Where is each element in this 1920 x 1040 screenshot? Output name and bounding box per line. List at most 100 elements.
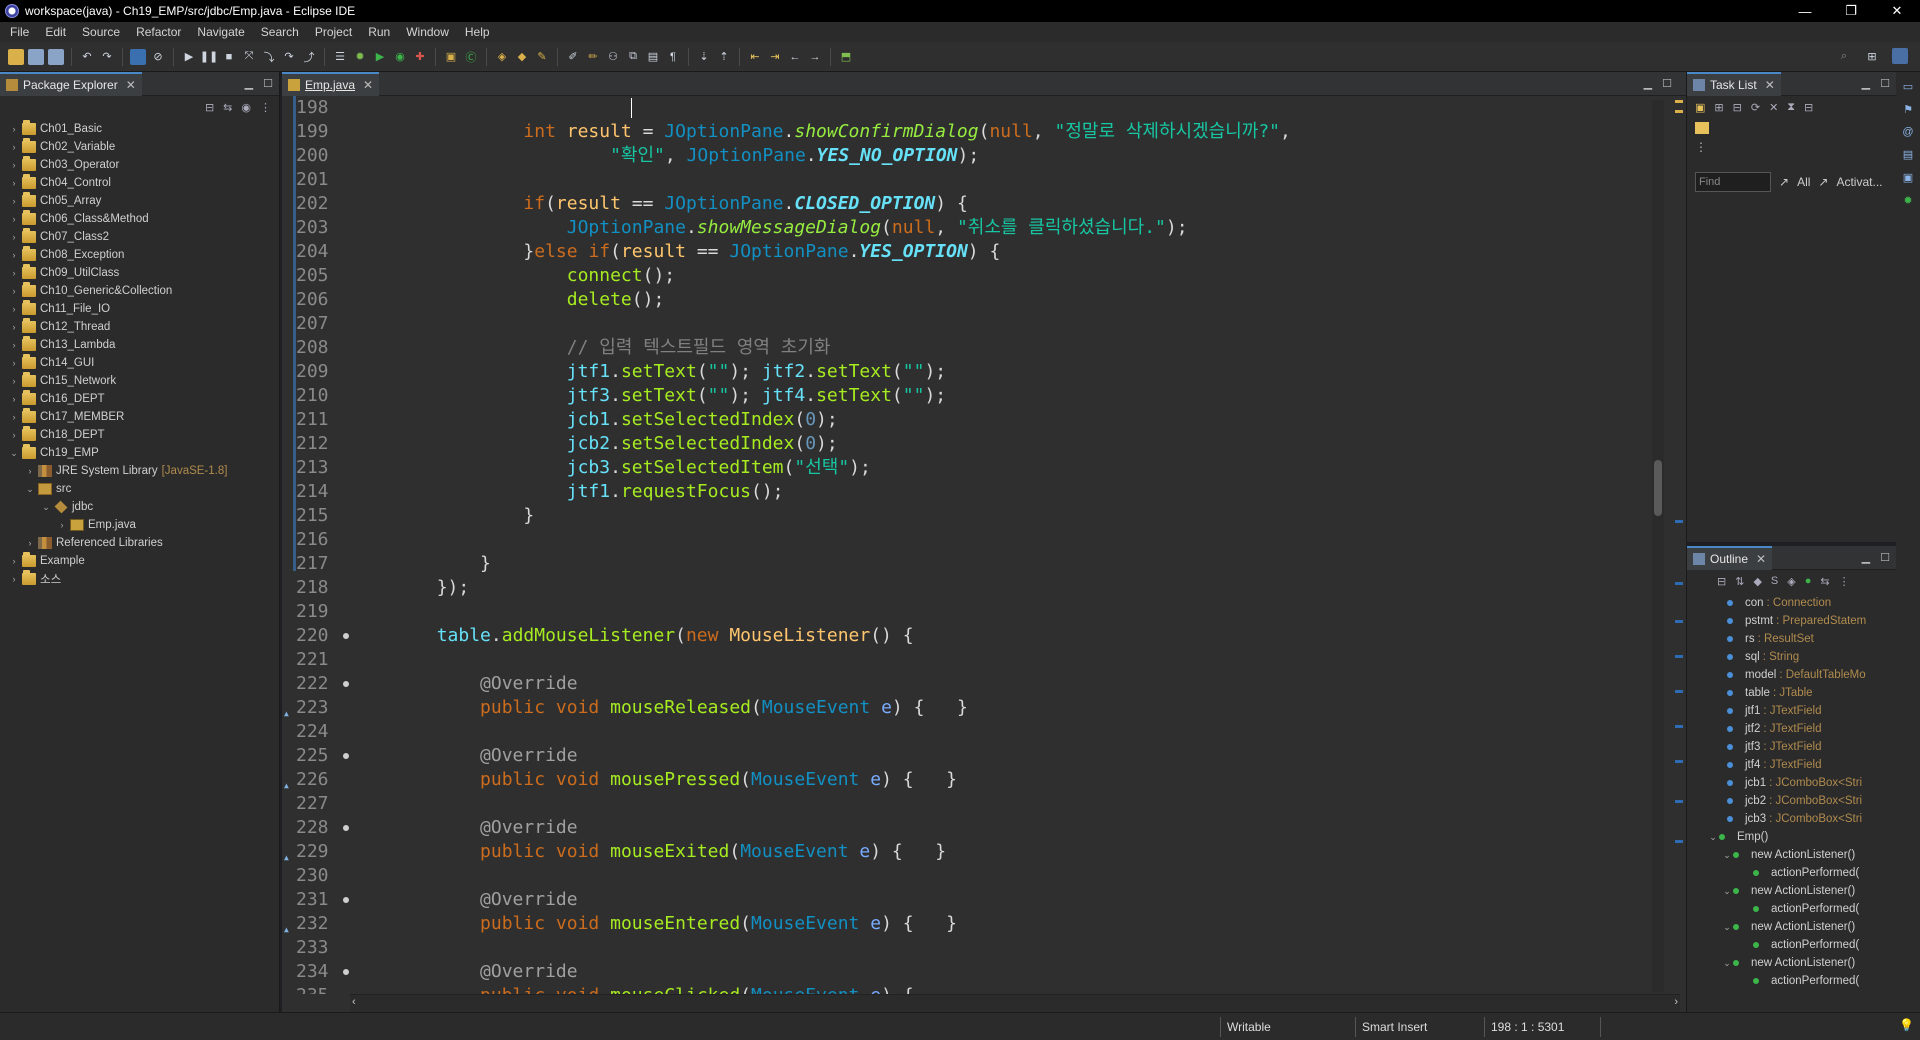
outline-item[interactable]: con: Connection xyxy=(1687,594,1896,612)
chevron-right-icon[interactable]: › xyxy=(8,556,20,566)
outline-item[interactable]: jtf4: JTextField xyxy=(1687,756,1896,774)
close-icon[interactable]: ✕ xyxy=(1756,552,1766,566)
resume-icon[interactable]: ▶ xyxy=(181,49,197,65)
new-java-project-icon[interactable]: ▣ xyxy=(443,49,459,65)
pilcrow-icon[interactable]: ¶ xyxy=(665,49,681,65)
fold-marker-icon[interactable] xyxy=(343,633,349,639)
view-menu-icon[interactable]: ⋮ xyxy=(1695,140,1888,154)
chevron-right-icon[interactable]: › xyxy=(24,466,36,476)
overview-mark[interactable] xyxy=(1675,800,1683,803)
tree-item[interactable]: › Ch17_MEMBER xyxy=(0,408,279,426)
overview-mark[interactable] xyxy=(1675,840,1683,843)
debug-trim-icon[interactable]: ✹ xyxy=(1903,194,1912,207)
step-over-icon[interactable]: ↷ xyxy=(281,49,297,65)
outline-item[interactable]: ⌄ new ActionListener() xyxy=(1687,954,1896,972)
tab-emp-java[interactable]: Emp.java ✕ xyxy=(282,71,380,96)
maximize-view-icon[interactable]: ☐ xyxy=(1880,551,1890,564)
hide-completed-icon[interactable]: ✕ xyxy=(1769,101,1778,114)
chevron-down-icon[interactable]: ⌄ xyxy=(1721,958,1733,969)
redo-icon[interactable]: ↷ xyxy=(99,49,115,65)
last-edit-icon[interactable]: ⇤ xyxy=(747,49,763,65)
chevron-right-icon[interactable]: › xyxy=(8,196,20,206)
chevron-down-icon[interactable]: ⌄ xyxy=(1721,886,1733,897)
outline-item[interactable]: ⌄ new ActionListener() xyxy=(1687,882,1896,900)
menu-edit[interactable]: Edit xyxy=(37,25,74,39)
outline-item[interactable]: jtf3: JTextField xyxy=(1687,738,1896,756)
close-icon[interactable]: ✕ xyxy=(1765,78,1775,92)
chevron-down-icon[interactable]: ⌄ xyxy=(8,448,20,459)
next-annotation-icon[interactable]: ⇣ xyxy=(696,49,712,65)
new-icon[interactable] xyxy=(8,48,24,65)
tree-item[interactable]: › Ch09_UtilClass xyxy=(0,264,279,282)
editor-horizontal-scrollbar[interactable]: ‹ › xyxy=(350,994,1680,1012)
close-window-button[interactable]: ✕ xyxy=(1874,0,1920,22)
outline-item[interactable]: jcb3: JComboBox<Stri xyxy=(1687,810,1896,828)
tree-item[interactable]: › Ch13_Lambda xyxy=(0,336,279,354)
link-with-editor-icon[interactable]: ⇆ xyxy=(223,101,232,114)
declaration-icon[interactable]: ▤ xyxy=(1903,148,1913,161)
tree-item[interactable]: › Ch04_Control xyxy=(0,174,279,192)
coverage-icon[interactable]: ◉ xyxy=(392,49,408,65)
chevron-right-icon[interactable]: › xyxy=(8,376,20,386)
collapse-all-icon[interactable]: ⊟ xyxy=(205,101,214,114)
minimize-editor-icon[interactable]: ▁ xyxy=(1644,77,1652,90)
close-icon[interactable]: ✕ xyxy=(126,78,136,92)
outline-item[interactable]: pstmt: PreparedStatem xyxy=(1687,612,1896,630)
tab-package-explorer[interactable]: Package Explorer ✕ xyxy=(0,71,142,96)
save-all-icon[interactable] xyxy=(48,48,64,65)
overview-mark[interactable] xyxy=(1675,620,1683,623)
tab-task-list[interactable]: Task List ✕ xyxy=(1687,71,1781,96)
chevron-down-icon[interactable]: ⌄ xyxy=(40,502,52,513)
activate-filter[interactable]: Activat... xyxy=(1836,175,1882,189)
pin-editor-icon[interactable]: ⬒ xyxy=(838,49,854,65)
tree-item[interactable]: › 소스 xyxy=(0,570,279,588)
tree-item[interactable]: › Referenced Libraries xyxy=(0,534,279,552)
outline-item[interactable]: actionPerformed( xyxy=(1687,936,1896,954)
tree-item[interactable]: › Ch08_Exception xyxy=(0,246,279,264)
whitespace-icon[interactable]: ▤ xyxy=(645,49,661,65)
suspend-icon[interactable]: ❚❚ xyxy=(200,49,218,65)
external-tools-icon[interactable]: ✚ xyxy=(412,49,428,65)
outline-item[interactable]: ⌄ new ActionListener() xyxy=(1687,846,1896,864)
debug-icon[interactable]: ✹ xyxy=(352,49,368,65)
tree-item[interactable]: ⌄ Ch19_EMP xyxy=(0,444,279,462)
terminal-icon[interactable] xyxy=(130,48,146,65)
lightbulb-icon[interactable]: 💡 xyxy=(1899,1018,1914,1032)
chevron-right-icon[interactable]: › xyxy=(8,160,20,170)
skip-breakpoints-icon[interactable]: ⊘ xyxy=(150,49,166,65)
chevron-right-icon[interactable]: › xyxy=(8,304,20,314)
search-icon[interactable]: ⌕ xyxy=(1836,48,1852,64)
chevron-right-icon[interactable]: › xyxy=(8,574,20,584)
tree-item[interactable]: › Ch06_Class&Method xyxy=(0,210,279,228)
search-tool-icon[interactable]: ✎ xyxy=(534,49,550,65)
editor-vertical-scrollbar[interactable] xyxy=(1652,100,1664,992)
overview-mark[interactable] xyxy=(1675,582,1683,585)
task-find-input[interactable]: Find xyxy=(1695,172,1771,192)
outline-item[interactable]: actionPerformed( xyxy=(1687,864,1896,882)
overview-mark[interactable] xyxy=(1675,760,1683,763)
all-filter[interactable]: All xyxy=(1797,175,1810,189)
chevron-right-icon[interactable]: › xyxy=(8,214,20,224)
menu-run[interactable]: Run xyxy=(360,25,398,39)
chevron-down-icon[interactable]: ⌄ xyxy=(1721,922,1733,933)
tree-item[interactable]: › Ch12_Thread xyxy=(0,318,279,336)
status-insert-mode[interactable]: Smart Insert xyxy=(1355,1017,1485,1037)
chevron-right-icon[interactable]: › xyxy=(8,268,20,278)
maximize-view-icon[interactable]: ☐ xyxy=(1880,77,1890,90)
minimized-view-icon[interactable]: ▭ xyxy=(1903,80,1913,93)
tree-item[interactable]: › Ch01_Basic xyxy=(0,120,279,138)
chevron-right-icon[interactable]: › xyxy=(8,124,20,134)
tree-item[interactable]: › Example xyxy=(0,552,279,570)
menu-search[interactable]: Search xyxy=(253,25,307,39)
tree-item[interactable]: › Emp.java xyxy=(0,516,279,534)
forward-edit-icon[interactable]: ⇥ xyxy=(767,49,783,65)
chevron-right-icon[interactable]: › xyxy=(8,394,20,404)
breadcrumb-icon[interactable]: ⚇ xyxy=(605,49,621,65)
tree-item[interactable]: › Ch02_Variable xyxy=(0,138,279,156)
open-type-icon[interactable]: ◈ xyxy=(494,49,510,65)
hide-nonpublic-icon[interactable]: ◈ xyxy=(1787,575,1795,588)
tree-item[interactable]: › JRE System Library [JavaSE-1.8] xyxy=(0,462,279,480)
chevron-right-icon[interactable]: › xyxy=(8,412,20,422)
save-icon[interactable] xyxy=(28,48,44,65)
fold-marker-icon[interactable] xyxy=(343,753,349,759)
